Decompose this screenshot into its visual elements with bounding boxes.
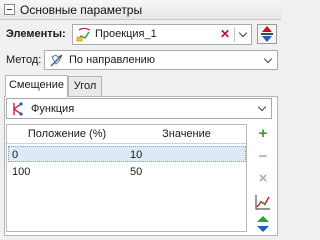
clear-elements-button[interactable]: ✕ — [218, 27, 232, 43]
table-row[interactable]: 100 50 — [8, 164, 246, 180]
function-icon — [11, 102, 25, 119]
collapse-icon[interactable] — [4, 4, 15, 15]
cell-position[interactable]: 0 — [12, 147, 18, 163]
remove-row-button[interactable]: − — [253, 147, 273, 167]
chevron-down-icon[interactable] — [238, 28, 248, 38]
elements-value: Проекция_1 — [95, 28, 157, 40]
function-select[interactable]: Функция — [6, 98, 272, 119]
projection-icon — [76, 27, 92, 45]
chevron-down-icon[interactable] — [263, 54, 273, 64]
panel-title: Основные параметры — [20, 3, 143, 17]
cell-value[interactable]: 10 — [130, 147, 142, 163]
clear-table-button[interactable]: × — [253, 169, 273, 189]
cell-value[interactable]: 50 — [130, 164, 142, 180]
method-label: Метод: — [6, 54, 42, 66]
add-row-button[interactable]: + — [253, 124, 273, 144]
method-select[interactable]: По направлению — [44, 50, 278, 70]
method-value: По направлению — [69, 54, 156, 66]
elements-field[interactable]: Проекция_1 ✕ — [72, 24, 252, 45]
panel-header[interactable]: Основные параметры — [0, 0, 281, 20]
column-header-position[interactable]: Положение (%) — [7, 125, 127, 144]
direction-icon — [49, 53, 64, 71]
sort-icon[interactable] — [254, 215, 272, 236]
values-table[interactable]: Положение (%) Значение 0 10 100 50 — [6, 124, 247, 232]
table-row[interactable]: 0 10 — [8, 146, 246, 162]
swap-direction-icon[interactable] — [257, 24, 277, 47]
tab-offset[interactable]: Смещение — [5, 75, 68, 97]
column-header-value[interactable]: Значение — [127, 125, 246, 144]
tab-angle[interactable]: Угол — [68, 76, 102, 97]
cell-position[interactable]: 100 — [12, 164, 30, 180]
chevron-down-icon[interactable] — [257, 102, 267, 112]
chart-icon[interactable] — [254, 193, 272, 214]
elements-label: Элементы: — [6, 28, 66, 40]
function-value: Функция — [31, 103, 75, 115]
field-separator — [234, 27, 235, 42]
